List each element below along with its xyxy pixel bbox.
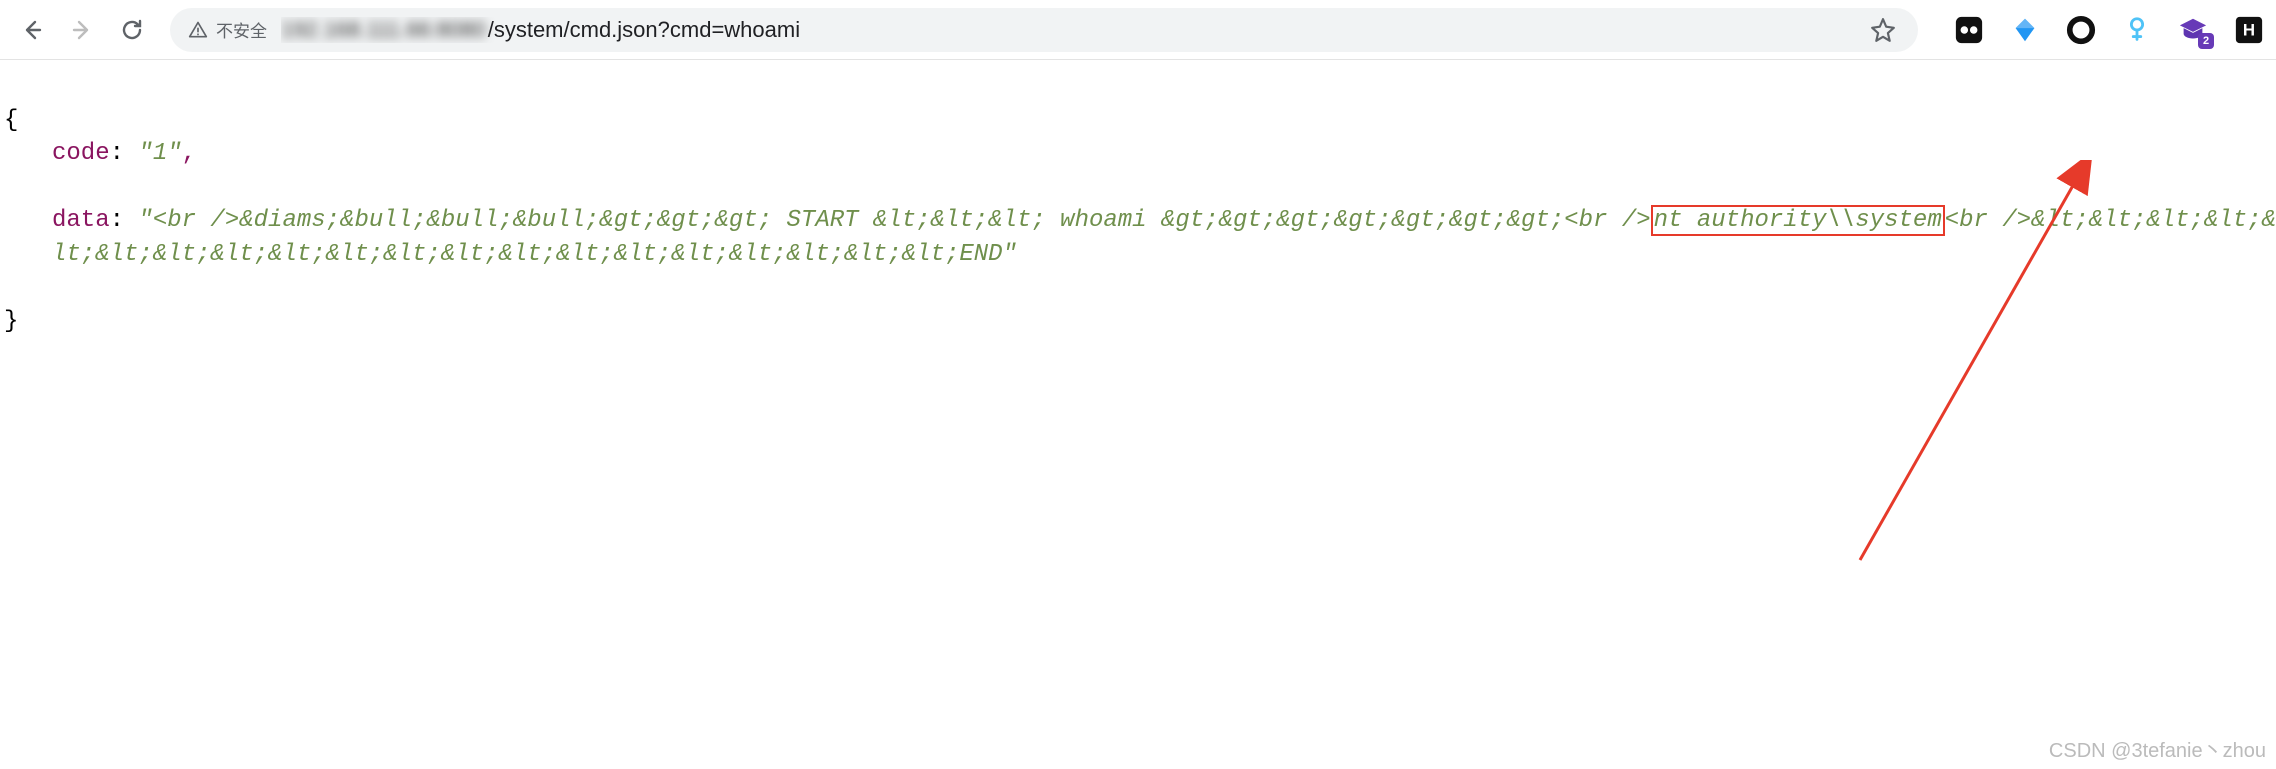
forward-button[interactable] [60,8,104,52]
gem-icon [2010,15,2040,45]
url-host-blurred: 192.168.111.66:8080 [281,17,486,43]
back-button[interactable] [10,8,54,52]
arrow-left-icon [20,18,44,42]
svg-text:H: H [2243,20,2255,39]
extension-flickr[interactable] [1952,13,1986,47]
security-badge[interactable]: 不安全 [188,17,267,42]
json-val-code: "1" [138,140,181,167]
star-icon [1870,17,1896,43]
json-val-data-pre: "<br />&diams;&bull;&bull;&bull;&gt;&gt;… [138,207,1650,234]
security-label: 不安全 [216,17,267,42]
bookmark-button[interactable] [1866,13,1900,47]
response-body: { code: "1", data: "<br />&diams;&bull;&… [0,60,2276,339]
extension-key[interactable] [2120,13,2154,47]
arrow-right-icon [70,18,94,42]
key-icon [2122,15,2152,45]
extension-gradcap[interactable]: 2 [2176,13,2210,47]
browser-toolbar: 不安全 192.168.111.66:8080 /system/cmd.json… [0,0,2276,60]
json-key-data: data [52,207,110,234]
reload-icon [120,18,144,42]
circle-icon [2066,15,2096,45]
url-display: 192.168.111.66:8080 /system/cmd.json?cmd… [281,17,1852,43]
extension-h[interactable]: H [2232,13,2266,47]
json-close-brace: } [4,308,18,335]
json-key-code: code [52,140,110,167]
extension-badge: 2 [2198,33,2214,49]
json-comma: , [182,140,196,167]
h-square-icon: H [2234,15,2264,45]
extension-circle[interactable] [2064,13,2098,47]
dots-square-icon [1954,15,1984,45]
address-bar[interactable]: 不安全 192.168.111.66:8080 /system/cmd.json… [170,8,1918,52]
json-open-brace: { [4,107,18,134]
reload-button[interactable] [110,8,154,52]
watermark: CSDN @3tefanie丶zhou [2049,734,2266,763]
extension-sapphire[interactable] [2008,13,2042,47]
warning-icon [188,20,208,40]
whoami-result-highlight: nt authority\\system [1651,205,1945,236]
extensions-area: 2 H [1934,13,2266,47]
url-path: /system/cmd.json?cmd=whoami [488,17,800,43]
